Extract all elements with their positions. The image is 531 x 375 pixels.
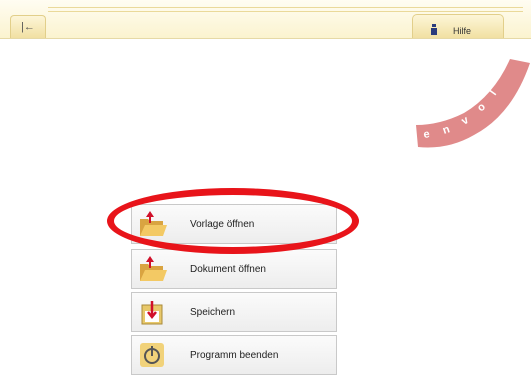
help-tab[interactable]: Hilfe (412, 14, 504, 38)
back-arrow-icon: |← (21, 21, 35, 33)
menu-item-programm-beenden[interactable]: Programm beenden (131, 335, 337, 375)
menu-item-label: Speichern (190, 307, 236, 318)
menu-item-label: Programm beenden (190, 350, 279, 361)
menu-item-vorlage-oeffnen[interactable]: Vorlage öffnen (131, 204, 337, 244)
help-label: Hilfe (453, 26, 472, 36)
power-icon (140, 343, 164, 367)
toolbar-rule (48, 7, 523, 8)
back-button[interactable]: |← (10, 15, 46, 38)
info-icon (431, 24, 437, 35)
save-icon (141, 301, 163, 325)
toolbar-rule (48, 11, 523, 12)
open-folder-icon (140, 256, 167, 281)
menu-item-label: Dokument öffnen (190, 264, 266, 275)
menu-item-dokument-oeffnen[interactable]: Dokument öffnen (131, 249, 337, 289)
menu-item-label: Vorlage öffnen (190, 219, 255, 230)
open-folder-icon (140, 211, 167, 236)
menu-item-speichern[interactable]: Speichern (131, 292, 337, 332)
envol-logo: e n v o l (416, 59, 530, 148)
top-toolbar: |← Hilfe (0, 0, 531, 39)
